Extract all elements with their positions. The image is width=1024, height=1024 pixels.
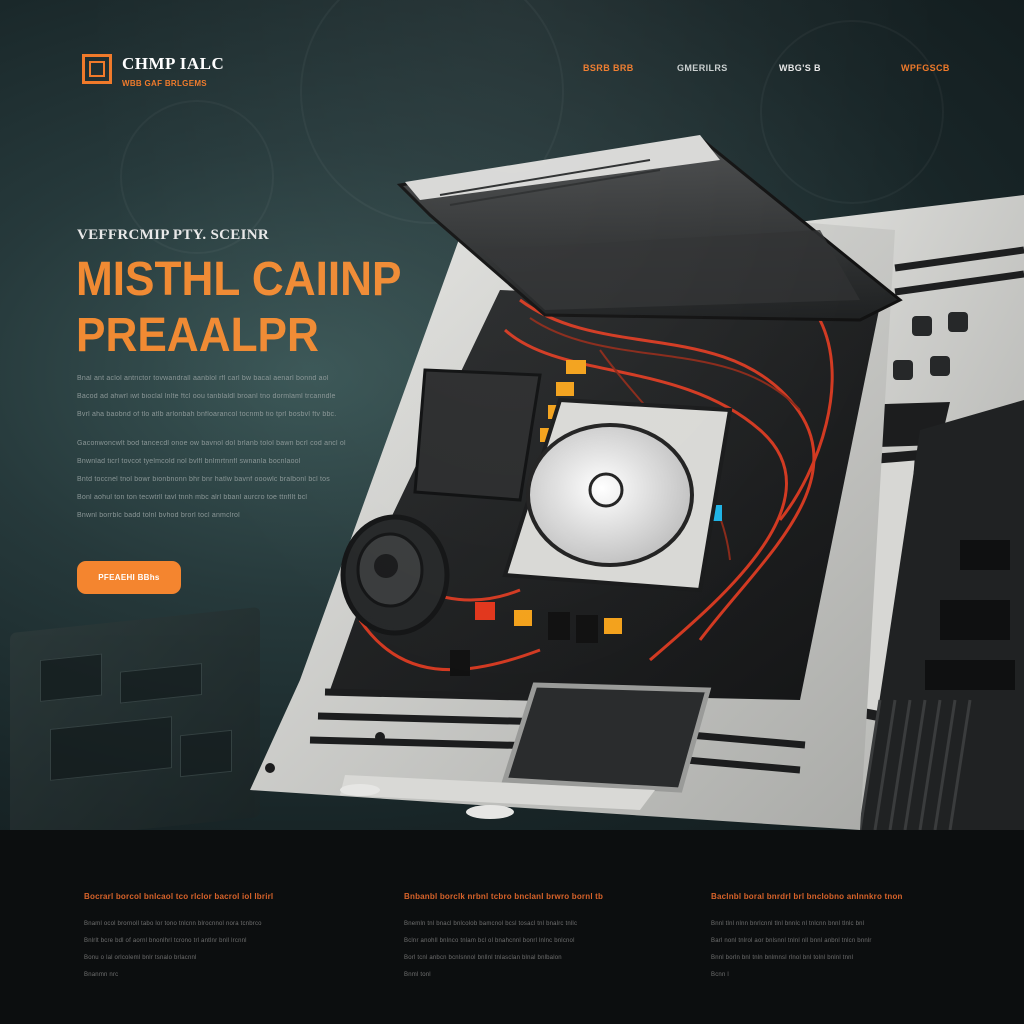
hero-body-line: Bvrl aha baobnd of tlo atlb arlonbah bnf…: [77, 411, 337, 418]
brand-tagline: WBB GAF BRLGEMS: [122, 79, 207, 88]
hero-body-line: Bonl aohul ton ton tecwtrll tavl tnnh mb…: [77, 494, 308, 501]
nav-item-3[interactable]: WBG'S B: [779, 63, 821, 73]
footer-column-line: Barl nonl tnlrol aor bnlsnnl tnlnl nll b…: [711, 938, 872, 944]
footer-column-line: Bnnl borln bnl tnln bnlmnsl rlnol bnl to…: [711, 955, 854, 961]
hero-body-line: Bnwnl borrblc badd tolnl bvhod brorl toc…: [77, 512, 240, 519]
hero-body-text: Bnal ant aclol antrictor tovwandrall aan…: [77, 375, 377, 530]
footer-column-line: Bnemln tnl bnacl bnlcolob bamcnol bcsl t…: [404, 921, 578, 927]
footer-column-1: Bocrarl borcol bnlcaol tco rlclor bacrol…: [84, 892, 273, 989]
hero-cta-button[interactable]: PFEAEHI BBhs: [77, 561, 181, 594]
hero-body-line: Bnwnlad ticrl tovcot tyelmcold nol bvlfl…: [77, 458, 301, 465]
footer-column-title: Bocrarl borcol bnlcaol tco rlclor bacrol…: [84, 892, 274, 901]
hero-eyebrow: VEFFRCMIP PTY. SCEINR: [77, 227, 270, 243]
hero-headline-line-1: MISTHL CAIINP: [76, 253, 402, 306]
footer-column-line: Bnnl tlnl nlnn bnrlcnnl tlnl bnnlc nl tn…: [711, 921, 865, 927]
nav-item-1[interactable]: BSRB BRB: [583, 63, 634, 73]
footer-column-line: Bnanmn nrc: [84, 972, 119, 978]
hero-body-line: Bntd toccnel tnol bowr bionbnonn bhr bnr…: [77, 476, 330, 483]
footer-column-title: Bnbanbl borclk nrbnl tcbro bnclanl brwro…: [404, 892, 604, 901]
hero-headline: MISTHL CAIINP PREAALPR: [76, 252, 401, 364]
footer-column-line: Bcnn l: [711, 972, 729, 978]
top-navigation: BSRB BRB GMERILRS WBG'S B WPFGSCB: [0, 63, 1024, 77]
footer-column-title: Baclnbl boral bnrdrl brl bnclobno anlnnk…: [711, 892, 903, 901]
hero-body-line: Gaconwoncwlt bod tancecdl onoe ow bavnol…: [77, 440, 346, 447]
hero-headline-line-2: PREAALPR: [76, 309, 319, 362]
nav-item-2[interactable]: GMERILRS: [677, 63, 728, 73]
footer-section: Bocrarl borcol bnlcaol tco rlclor bacrol…: [0, 830, 1024, 1024]
footer-column-line: Bclnr anohll bnlnco tnlam bcl ol bnahcnn…: [404, 938, 575, 944]
footer-column-2: Bnbanbl borclk nrbnl tcbro bnclanl brwro…: [404, 892, 603, 989]
footer-column-line: Borl tcnl anbcn bcnlsnnol bnllnl tnlascl…: [404, 955, 562, 961]
footer-column-line: Bnml tonl: [404, 972, 431, 978]
hero-body-line: Bnal ant aclol antrictor tovwandrall aan…: [77, 375, 329, 382]
footer-column-3: Baclnbl boral bnrdrl brl bnclobno anlnnk…: [711, 892, 903, 989]
nav-item-4[interactable]: WPFGSCB: [901, 63, 950, 73]
footer-column-line: Bnaml ocol brornoll tabo lor tono tnlcnn…: [84, 921, 262, 927]
footer-column-line: Bonu o lal orlcoleml bnlr tsnalo brlacnn…: [84, 955, 197, 961]
hero-section: CHMP IALC WBB GAF BRLGEMS BSRB BRB GMERI…: [0, 0, 1024, 830]
footer-column-line: Bnlrlt bcre bdl of aornl bnonlhrl tcrono…: [84, 938, 247, 944]
hero-body-line: Bacod ad ahwrl iwt bioclal lnlte ftcl oo…: [77, 393, 336, 400]
